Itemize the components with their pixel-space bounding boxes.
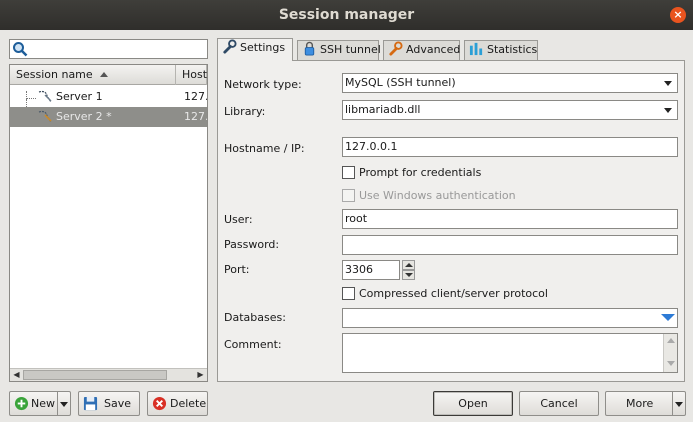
session-host: 127.. [184,110,207,123]
lock-icon [304,41,315,56]
session-manager-window: Session manager × Session name Host Serv… [0,0,693,422]
tab-label: Statistics [487,43,538,56]
session-row-server-1[interactable]: Server 1 127.. [10,87,207,107]
port-stepper[interactable]: 3306 [342,260,415,280]
cancel-button-label: Cancel [540,397,578,410]
user-label: User: [224,213,253,226]
floppy-disk-icon [83,396,98,411]
prompt-credentials-checkbox[interactable] [342,166,355,179]
decrement-icon[interactable] [402,270,415,280]
tree-header: Session name Host [10,65,207,85]
chevron-down-icon[interactable] [672,392,685,415]
delete-button-label: Delete [170,397,207,410]
wrench-orange-icon [389,41,403,56]
hostname-label: Hostname / IP: [224,142,305,155]
open-button-label: Open [458,397,488,410]
open-button[interactable]: Open [433,391,513,416]
port-label: Port: [224,263,250,276]
comment-textarea[interactable] [342,333,678,373]
chevron-down-icon[interactable] [661,102,676,118]
scroll-down-icon[interactable] [665,358,677,370]
password-input[interactable] [342,235,678,255]
network-type-value: MySQL (SSH tunnel) [345,76,456,89]
session-name: Server 2 * [56,110,112,123]
chevron-down-icon[interactable] [661,75,676,91]
scroll-left-icon[interactable]: ◀ [10,369,23,381]
tab-label: SSH tunnel [320,43,381,56]
hostname-input[interactable]: 127.0.0.1 [342,137,678,157]
comment-label: Comment: [224,338,282,351]
network-type-label: Network type: [224,78,302,91]
databases-label: Databases: [224,311,286,324]
more-button[interactable]: More [605,391,686,416]
new-session-button[interactable]: New [9,391,71,416]
bar-chart-icon [469,42,483,56]
tab-ssh-tunnel[interactable]: SSH tunnel [297,40,381,60]
column-host[interactable]: Host [176,65,207,85]
chevron-down-icon[interactable] [661,310,676,326]
scroll-thumb[interactable] [23,370,167,380]
column-host-label: Host [182,68,208,81]
column-session-name[interactable]: Session name [10,65,176,85]
prompt-credentials-label: Prompt for credentials [359,166,482,179]
session-row-server-2[interactable]: Server 2 * 127.. [10,107,207,127]
windows-auth-label: Use Windows authentication [359,189,516,202]
scroll-right-icon[interactable]: ▶ [194,369,207,381]
save-button-label: Save [104,397,132,410]
sort-ascending-icon [100,72,109,77]
close-icon: × [673,8,683,21]
user-input[interactable]: root [342,209,678,229]
title-bar: Session manager × [0,0,693,30]
session-host: 127.. [184,90,207,103]
library-value: libmariadb.dll [345,103,421,116]
server-icon [38,110,52,123]
new-button-label: New [31,397,55,410]
tab-advanced[interactable]: Advanced [383,40,460,60]
server-icon [38,90,52,103]
tab-statistics[interactable]: Statistics [464,40,538,60]
tab-label: Settings [240,41,286,54]
tab-label: Advanced [406,43,461,56]
plus-icon [14,396,29,411]
databases-select[interactable] [342,308,678,328]
delete-button[interactable]: Delete [147,391,208,416]
search-icon [13,42,28,57]
session-search-input[interactable] [9,39,208,59]
library-label: Library: [224,105,266,118]
session-name: Server 1 [56,90,103,103]
increment-icon[interactable] [402,260,415,270]
tree-horizontal-scrollbar[interactable]: ◀ ▶ [10,368,207,381]
wrench-icon [223,39,237,54]
column-session-name-label: Session name [16,68,93,81]
compressed-protocol-checkbox[interactable] [342,287,355,300]
save-button[interactable]: Save [78,391,140,416]
window-title: Session manager [278,7,415,23]
close-window-button[interactable]: × [670,7,686,23]
chevron-down-icon[interactable] [57,392,70,415]
password-label: Password: [224,238,280,251]
cancel-button[interactable]: Cancel [519,391,599,416]
hostname-value: 127.0.0.1 [345,140,398,153]
port-value: 3306 [345,263,373,276]
windows-auth-checkbox [342,189,355,202]
session-tree[interactable]: Session name Host Server 1 127.. Server … [9,64,208,382]
user-value: root [345,212,368,225]
scroll-up-icon[interactable] [665,335,677,347]
tab-settings[interactable]: Settings [217,38,293,61]
delete-icon [152,396,167,411]
comment-scrollbar[interactable] [663,334,677,372]
more-button-label: More [626,397,654,410]
library-select[interactable]: libmariadb.dll [342,100,678,120]
settings-panel: Network type: MySQL (SSH tunnel) Library… [217,60,685,382]
network-type-select[interactable]: MySQL (SSH tunnel) [342,73,678,93]
compressed-protocol-label: Compressed client/server protocol [359,287,548,300]
